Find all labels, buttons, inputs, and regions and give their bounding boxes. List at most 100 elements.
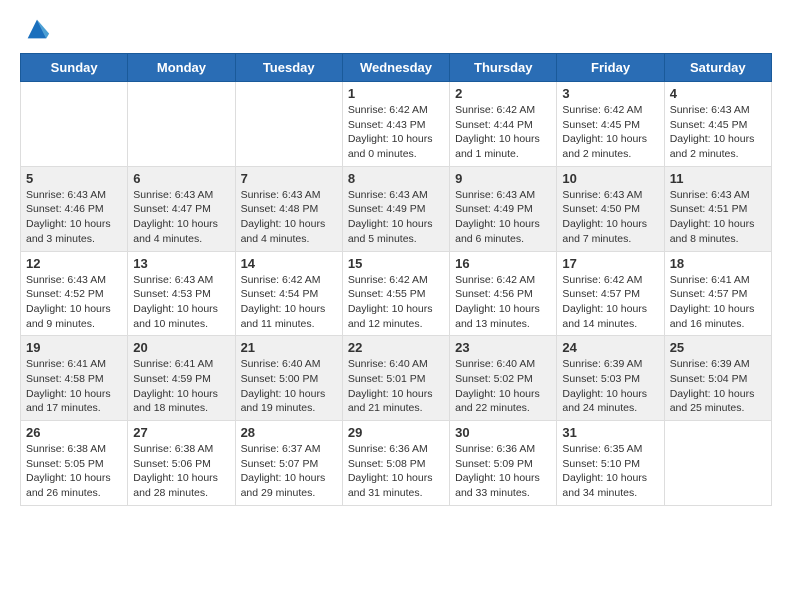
col-saturday: Saturday bbox=[664, 54, 771, 82]
calendar-cell: 13 Sunrise: 6:43 AM Sunset: 4:53 PM Dayli… bbox=[128, 251, 235, 336]
calendar-cell: 21 Sunrise: 6:40 AM Sunset: 5:00 PM Dayli… bbox=[235, 336, 342, 421]
day-info: Sunrise: 6:40 AM Sunset: 5:01 PM Dayligh… bbox=[348, 357, 444, 416]
day-info: Sunrise: 6:40 AM Sunset: 5:02 PM Dayligh… bbox=[455, 357, 551, 416]
day-number: 22 bbox=[348, 340, 444, 355]
day-number: 25 bbox=[670, 340, 766, 355]
day-info: Sunrise: 6:41 AM Sunset: 4:57 PM Dayligh… bbox=[670, 273, 766, 332]
calendar-cell: 1 Sunrise: 6:42 AM Sunset: 4:43 PM Daylig… bbox=[342, 82, 449, 167]
day-info: Sunrise: 6:42 AM Sunset: 4:57 PM Dayligh… bbox=[562, 273, 658, 332]
calendar-cell: 14 Sunrise: 6:42 AM Sunset: 4:54 PM Dayli… bbox=[235, 251, 342, 336]
day-info: Sunrise: 6:43 AM Sunset: 4:52 PM Dayligh… bbox=[26, 273, 122, 332]
calendar-cell: 28Sunrise: 6:37 AM Sunset: 5:07 PM Dayli… bbox=[235, 421, 342, 506]
calendar-cell: 7 Sunrise: 6:43 AM Sunset: 4:48 PM Daylig… bbox=[235, 166, 342, 251]
day-number: 1 bbox=[348, 86, 444, 101]
day-number: 9 bbox=[455, 171, 551, 186]
calendar-cell: 3Sunrise: 6:42 AM Sunset: 4:45 PM Daylig… bbox=[557, 82, 664, 167]
day-info: Sunrise: 6:35 AM Sunset: 5:10 PM Dayligh… bbox=[562, 442, 658, 501]
day-info: Sunrise: 6:39 AM Sunset: 5:04 PM Dayligh… bbox=[670, 357, 766, 416]
day-number: 24 bbox=[562, 340, 658, 355]
calendar-week-row: 1 Sunrise: 6:42 AM Sunset: 4:43 PM Daylig… bbox=[21, 82, 772, 167]
day-number: 27 bbox=[133, 425, 229, 440]
day-info: Sunrise: 6:42 AM Sunset: 4:56 PM Dayligh… bbox=[455, 273, 551, 332]
day-number: 20 bbox=[133, 340, 229, 355]
calendar-cell: 22 Sunrise: 6:40 AM Sunset: 5:01 PM Dayli… bbox=[342, 336, 449, 421]
col-wednesday: Wednesday bbox=[342, 54, 449, 82]
day-info: Sunrise: 6:42 AM Sunset: 4:43 PM Dayligh… bbox=[348, 103, 444, 162]
day-number: 3 bbox=[562, 86, 658, 101]
calendar-cell: 27 Sunrise: 6:38 AM Sunset: 5:06 PM Dayli… bbox=[128, 421, 235, 506]
calendar-cell: 9 Sunrise: 6:43 AM Sunset: 4:49 PM Daylig… bbox=[450, 166, 557, 251]
day-info: Sunrise: 6:40 AM Sunset: 5:00 PM Dayligh… bbox=[241, 357, 337, 416]
day-number: 2 bbox=[455, 86, 551, 101]
calendar-cell bbox=[128, 82, 235, 167]
calendar-cell bbox=[664, 421, 771, 506]
day-info: Sunrise: 6:43 AM Sunset: 4:47 PM Dayligh… bbox=[133, 188, 229, 247]
day-info: Sunrise: 6:43 AM Sunset: 4:48 PM Dayligh… bbox=[241, 188, 337, 247]
logo bbox=[20, 15, 51, 43]
day-number: 12 bbox=[26, 256, 122, 271]
day-number: 29 bbox=[348, 425, 444, 440]
day-info: Sunrise: 6:42 AM Sunset: 4:44 PM Dayligh… bbox=[455, 103, 551, 162]
calendar-cell: 25 Sunrise: 6:39 AM Sunset: 5:04 PM Dayli… bbox=[664, 336, 771, 421]
day-number: 11 bbox=[670, 171, 766, 186]
day-info: Sunrise: 6:41 AM Sunset: 4:59 PM Dayligh… bbox=[133, 357, 229, 416]
day-number: 30 bbox=[455, 425, 551, 440]
day-number: 5 bbox=[26, 171, 122, 186]
day-number: 18 bbox=[670, 256, 766, 271]
col-sunday: Sunday bbox=[21, 54, 128, 82]
calendar-cell: 26 Sunrise: 6:38 AM Sunset: 5:05 PM Dayli… bbox=[21, 421, 128, 506]
day-number: 6 bbox=[133, 171, 229, 186]
calendar-cell: 24Sunrise: 6:39 AM Sunset: 5:03 PM Dayli… bbox=[557, 336, 664, 421]
col-thursday: Thursday bbox=[450, 54, 557, 82]
day-number: 26 bbox=[26, 425, 122, 440]
day-number: 7 bbox=[241, 171, 337, 186]
calendar-week-row: 5 Sunrise: 6:43 AM Sunset: 4:46 PM Daylig… bbox=[21, 166, 772, 251]
day-info: Sunrise: 6:43 AM Sunset: 4:45 PM Dayligh… bbox=[670, 103, 766, 162]
calendar-cell: 12 Sunrise: 6:43 AM Sunset: 4:52 PM Dayli… bbox=[21, 251, 128, 336]
day-info: Sunrise: 6:43 AM Sunset: 4:49 PM Dayligh… bbox=[348, 188, 444, 247]
calendar-cell bbox=[21, 82, 128, 167]
day-info: Sunrise: 6:43 AM Sunset: 4:53 PM Dayligh… bbox=[133, 273, 229, 332]
day-info: Sunrise: 6:43 AM Sunset: 4:50 PM Dayligh… bbox=[562, 188, 658, 247]
col-friday: Friday bbox=[557, 54, 664, 82]
calendar-cell: 5 Sunrise: 6:43 AM Sunset: 4:46 PM Daylig… bbox=[21, 166, 128, 251]
calendar-cell: 11Sunrise: 6:43 AM Sunset: 4:51 PM Dayli… bbox=[664, 166, 771, 251]
calendar-cell: 15 Sunrise: 6:42 AM Sunset: 4:55 PM Dayli… bbox=[342, 251, 449, 336]
calendar-week-row: 19 Sunrise: 6:41 AM Sunset: 4:58 PM Dayli… bbox=[21, 336, 772, 421]
day-number: 17 bbox=[562, 256, 658, 271]
day-number: 15 bbox=[348, 256, 444, 271]
day-info: Sunrise: 6:38 AM Sunset: 5:05 PM Dayligh… bbox=[26, 442, 122, 501]
day-number: 13 bbox=[133, 256, 229, 271]
calendar-header-row: Sunday Monday Tuesday Wednesday Thursday… bbox=[21, 54, 772, 82]
calendar-cell: 2 Sunrise: 6:42 AM Sunset: 4:44 PM Daylig… bbox=[450, 82, 557, 167]
day-info: Sunrise: 6:42 AM Sunset: 4:55 PM Dayligh… bbox=[348, 273, 444, 332]
day-info: Sunrise: 6:41 AM Sunset: 4:58 PM Dayligh… bbox=[26, 357, 122, 416]
calendar-cell: 18 Sunrise: 6:41 AM Sunset: 4:57 PM Dayli… bbox=[664, 251, 771, 336]
day-info: Sunrise: 6:43 AM Sunset: 4:46 PM Dayligh… bbox=[26, 188, 122, 247]
day-number: 23 bbox=[455, 340, 551, 355]
day-number: 8 bbox=[348, 171, 444, 186]
calendar-cell: 31Sunrise: 6:35 AM Sunset: 5:10 PM Dayli… bbox=[557, 421, 664, 506]
day-info: Sunrise: 6:36 AM Sunset: 5:09 PM Dayligh… bbox=[455, 442, 551, 501]
day-info: Sunrise: 6:43 AM Sunset: 4:49 PM Dayligh… bbox=[455, 188, 551, 247]
calendar-cell: 8 Sunrise: 6:43 AM Sunset: 4:49 PM Daylig… bbox=[342, 166, 449, 251]
day-info: Sunrise: 6:36 AM Sunset: 5:08 PM Dayligh… bbox=[348, 442, 444, 501]
calendar-cell: 17 Sunrise: 6:42 AM Sunset: 4:57 PM Dayli… bbox=[557, 251, 664, 336]
day-number: 10 bbox=[562, 171, 658, 186]
calendar-cell: 4Sunrise: 6:43 AM Sunset: 4:45 PM Daylig… bbox=[664, 82, 771, 167]
day-info: Sunrise: 6:42 AM Sunset: 4:54 PM Dayligh… bbox=[241, 273, 337, 332]
calendar-table: Sunday Monday Tuesday Wednesday Thursday… bbox=[20, 53, 772, 506]
calendar-cell bbox=[235, 82, 342, 167]
day-number: 21 bbox=[241, 340, 337, 355]
calendar-cell: 16 Sunrise: 6:42 AM Sunset: 4:56 PM Dayli… bbox=[450, 251, 557, 336]
day-info: Sunrise: 6:38 AM Sunset: 5:06 PM Dayligh… bbox=[133, 442, 229, 501]
calendar-cell: 23 Sunrise: 6:40 AM Sunset: 5:02 PM Dayli… bbox=[450, 336, 557, 421]
day-number: 16 bbox=[455, 256, 551, 271]
day-number: 14 bbox=[241, 256, 337, 271]
col-tuesday: Tuesday bbox=[235, 54, 342, 82]
day-number: 28 bbox=[241, 425, 337, 440]
calendar-cell: 19 Sunrise: 6:41 AM Sunset: 4:58 PM Dayli… bbox=[21, 336, 128, 421]
calendar-cell: 10 Sunrise: 6:43 AM Sunset: 4:50 PM Dayli… bbox=[557, 166, 664, 251]
calendar-cell: 6 Sunrise: 6:43 AM Sunset: 4:47 PM Daylig… bbox=[128, 166, 235, 251]
day-number: 19 bbox=[26, 340, 122, 355]
